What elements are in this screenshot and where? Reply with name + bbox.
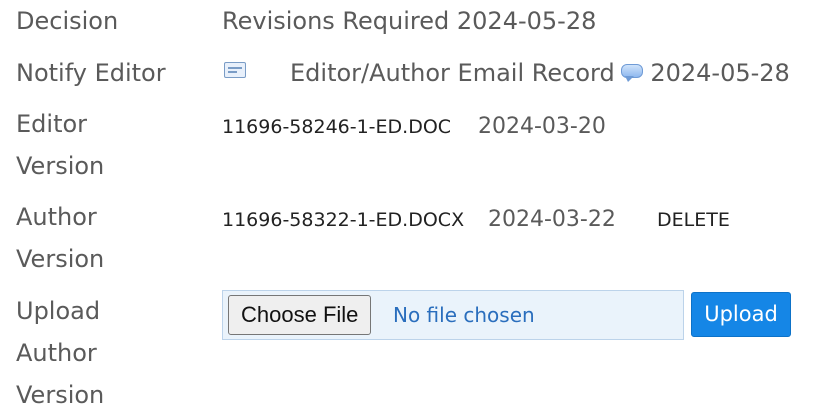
email-record-link[interactable]: Editor/Author Email Record [290,59,615,87]
decision-status: Revisions Required [222,7,450,35]
author-version-label: Author Version [16,196,196,280]
notify-editor-date: 2024-05-28 [650,59,790,87]
author-version-label-line2: Version [16,245,105,273]
upload-author-version-label: Upload Author Version [16,290,196,416]
no-file-chosen-text: No file chosen [393,303,535,327]
author-version-date: 2024-03-22 [488,207,616,232]
delete-link[interactable]: DELETE [657,208,730,232]
editor-version-date: 2024-03-20 [478,114,606,139]
envelope-icon[interactable] [224,62,246,78]
editor-version-label-line2: Version [16,152,105,180]
editor-version-file-link[interactable]: 11696-58246-1-ED.DOC [222,115,451,139]
decision-value: Revisions Required 2024-05-28 [222,0,596,42]
file-input[interactable]: Choose File No file chosen [222,290,684,340]
upload-label-line1: Upload [16,297,101,325]
upload-label-line2: Author [16,339,97,367]
upload-button[interactable]: Upload [691,292,791,337]
choose-file-button[interactable]: Choose File [228,295,372,335]
speech-bubble-icon[interactable] [619,63,643,83]
notify-editor-record: Editor/Author Email Record 2024-05-28 [290,52,790,94]
author-version-file-link[interactable]: 11696-58322-1-ED.DOCX [222,208,464,232]
decision-date: 2024-05-28 [456,7,597,35]
editor-version-label: Editor Version [16,103,196,187]
editor-version-label-line1: Editor [16,110,88,138]
author-version-label-line1: Author [16,203,97,231]
decision-label: Decision [16,7,119,35]
notify-editor-label: Notify Editor [16,59,166,87]
